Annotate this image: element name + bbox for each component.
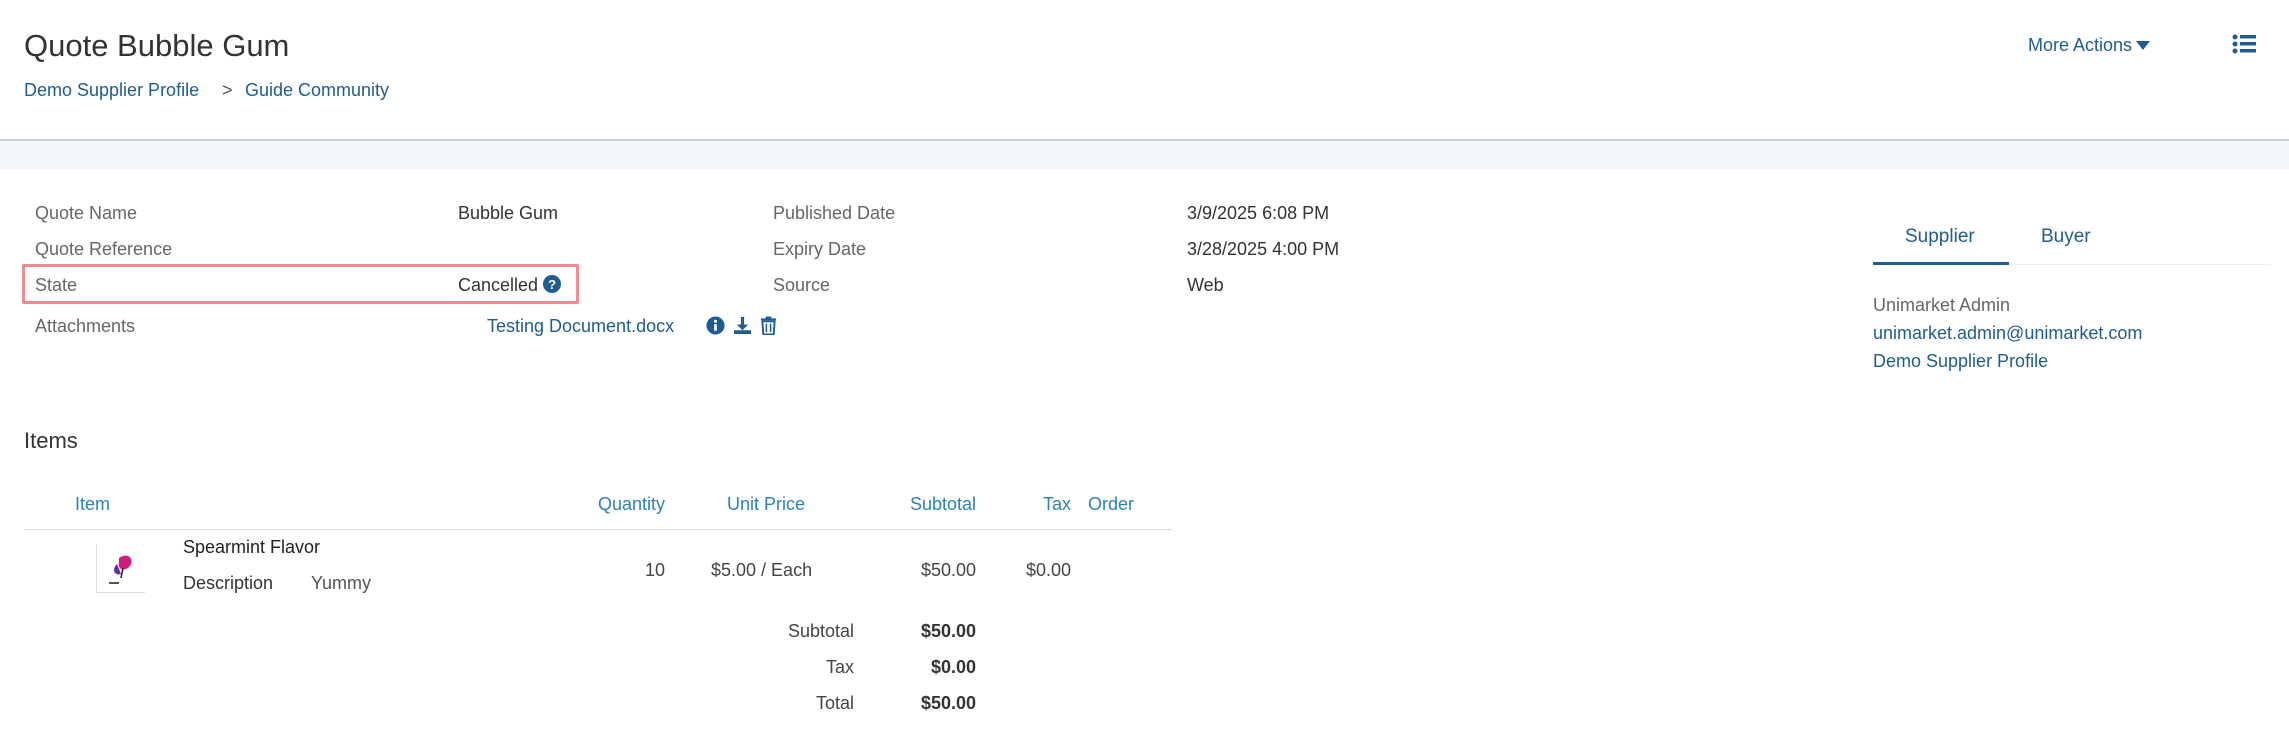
totals-total-label: Total <box>815 693 854 713</box>
item-name: Spearmint Flavor <box>183 537 321 557</box>
product-thumbnail[interactable] <box>96 544 145 593</box>
item-subtotal: $50.00 <box>920 560 976 580</box>
product-image-icon <box>109 555 132 584</box>
contact-email-link[interactable]: unimarket.admin@unimarket.com <box>1873 323 2142 344</box>
attachment-actions <box>706 316 777 335</box>
active-tab-indicator <box>1873 262 2009 265</box>
tab-buyer[interactable]: Buyer <box>2041 226 2091 248</box>
breadcrumb-separator: > <box>222 80 233 100</box>
more-actions-label: More Actions <box>2028 35 2133 55</box>
quote-reference-label: Quote Reference <box>35 239 173 259</box>
totals-tax-label: Tax <box>825 657 854 677</box>
column-header-unit-price[interactable]: Unit Price <box>727 494 805 515</box>
header-divider <box>0 139 2289 169</box>
trash-icon[interactable] <box>760 316 777 335</box>
column-header-quantity[interactable]: Quantity <box>565 494 665 515</box>
download-icon[interactable] <box>733 316 752 335</box>
totals-subtotal-value: $50.00 <box>920 621 976 641</box>
totals-total-value: $50.00 <box>920 693 976 713</box>
quote-name-label: Quote Name <box>35 203 138 223</box>
page-title: Quote Bubble Gum <box>24 28 290 63</box>
attachments-label: Attachments <box>35 316 136 336</box>
column-header-item[interactable]: Item <box>75 494 110 515</box>
column-header-tax[interactable]: Tax <box>1020 494 1071 515</box>
column-header-order[interactable]: Order <box>1088 494 1134 515</box>
help-icon[interactable]: ? <box>543 275 562 294</box>
tab-supplier[interactable]: Supplier <box>1905 226 1975 248</box>
breadcrumb-guide-community[interactable]: Guide Community <box>245 80 389 101</box>
source-label: Source <box>773 275 831 295</box>
contact-profile-link[interactable]: Demo Supplier Profile <box>1873 351 2048 372</box>
breadcrumb-supplier-profile[interactable]: Demo Supplier Profile <box>24 80 199 101</box>
list-icon[interactable] <box>2232 34 2256 59</box>
totals-subtotal-label: Subtotal <box>787 621 854 641</box>
item-unit-price: $5.00 / Each <box>711 560 813 580</box>
state-text: Cancelled <box>458 275 539 295</box>
table-header-rule <box>24 529 1172 530</box>
caret-down-icon <box>2136 40 2151 50</box>
published-date-value: 3/9/2025 6:08 PM <box>1187 203 1330 223</box>
info-icon[interactable] <box>706 316 725 335</box>
published-date-label: Published Date <box>773 203 896 223</box>
more-actions-button[interactable]: More Actions <box>2028 35 2151 56</box>
contact-name: Unimarket Admin <box>1873 295 2011 315</box>
item-tax: $0.00 <box>1025 560 1071 580</box>
attachment-link[interactable]: Testing Document.docx <box>487 316 674 337</box>
totals-tax-value: $0.00 <box>930 657 976 677</box>
state-value: Cancelled? <box>458 275 562 296</box>
item-description-label: Description <box>183 573 274 593</box>
expiry-date-value: 3/28/2025 4:00 PM <box>1187 239 1340 259</box>
column-header-subtotal[interactable]: Subtotal <box>876 494 976 515</box>
item-quantity: 10 <box>644 560 665 580</box>
items-title: Items <box>24 428 78 453</box>
state-label: State <box>35 275 78 295</box>
source-value: Web <box>1187 275 1224 295</box>
quote-name-value: Bubble Gum <box>458 203 559 223</box>
expiry-date-label: Expiry Date <box>773 239 867 259</box>
item-description-value: Yummy <box>311 573 372 593</box>
